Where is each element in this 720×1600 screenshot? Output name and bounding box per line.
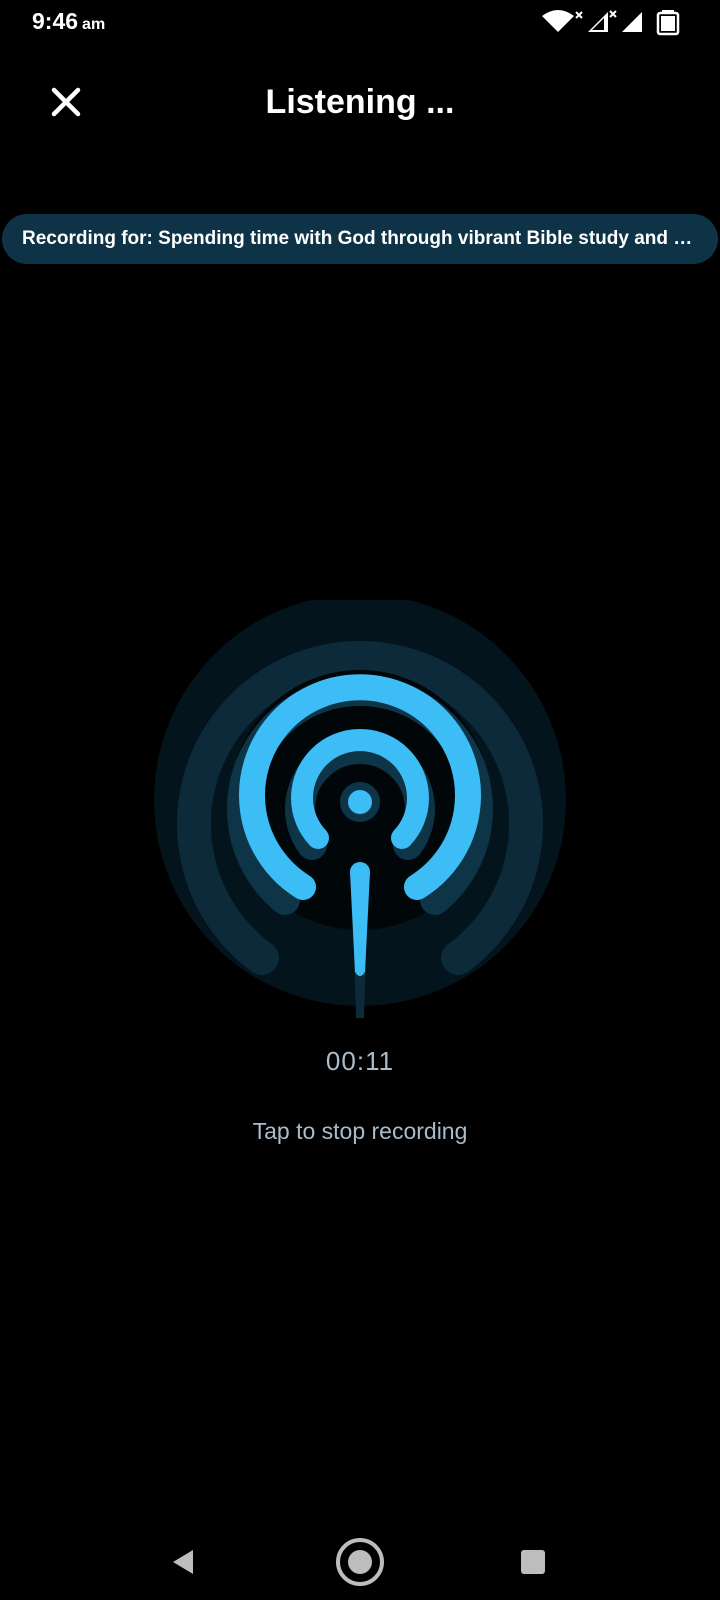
recording-banner: Recording for: Spending time with God th…	[2, 214, 718, 264]
recording-label: Recording for: Spending time with God th…	[22, 228, 698, 249]
back-button[interactable]	[156, 1534, 212, 1590]
page-title: Listening ...	[265, 83, 455, 121]
home-button[interactable]	[332, 1534, 388, 1590]
elapsed-timer: 00:11	[325, 1046, 395, 1076]
navigation-bar	[0, 1520, 720, 1600]
recents-square-icon	[521, 1550, 545, 1574]
battery-icon	[656, 10, 680, 36]
recents-button[interactable]	[505, 1534, 561, 1590]
stop-hint: Tap to stop recording	[252, 1118, 468, 1144]
signal-icon	[588, 10, 617, 32]
status-time: 9:46 am	[32, 8, 105, 35]
status-icons	[538, 8, 698, 36]
stop-recording-button[interactable]	[152, 594, 568, 1040]
home-circle-icon	[336, 1538, 384, 1586]
broadcast-icon	[154, 594, 566, 1018]
back-triangle-icon	[173, 1550, 193, 1574]
wifi-icon	[542, 10, 583, 32]
status-ampm: am	[82, 16, 106, 33]
status-clock: 9:46	[32, 8, 79, 34]
signal-icon-2	[622, 12, 642, 32]
status-bar: 9:46 am	[0, 0, 720, 44]
